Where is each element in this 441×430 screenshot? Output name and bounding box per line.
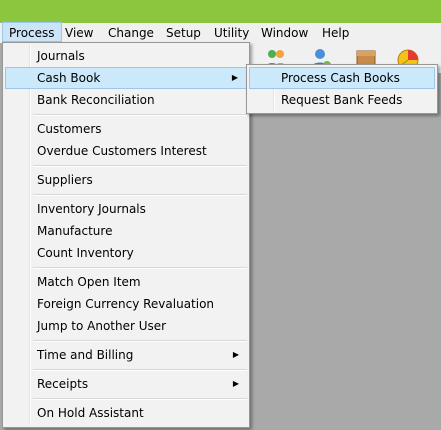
menu-item-label: Match Open Item — [37, 275, 141, 289]
menu-item-label: Time and Billing — [37, 348, 134, 362]
submenu-arrow-icon: ▶ — [231, 73, 238, 82]
submenu-arrow-icon: ▶ — [232, 379, 239, 388]
menu-item-time-and-billing[interactable]: Time and Billing ▶ — [5, 344, 247, 366]
menu-item-label: Process Cash Books — [281, 71, 400, 85]
menu-item-journals[interactable]: Journals — [5, 45, 247, 67]
menu-item-label: Manufacture — [37, 224, 113, 238]
menu-window[interactable]: Window — [255, 23, 314, 43]
menu-item-request-bank-feeds[interactable]: Request Bank Feeds — [249, 89, 435, 111]
menu-item-suppliers[interactable]: Suppliers — [5, 169, 247, 191]
menu-view[interactable]: View — [59, 23, 99, 43]
menu-item-label: On Hold Assistant — [37, 406, 144, 420]
menu-separator — [33, 165, 247, 167]
menu-separator — [33, 194, 247, 196]
menu-setup[interactable]: Setup — [160, 23, 207, 43]
menu-item-manufacture[interactable]: Manufacture — [5, 220, 247, 242]
menu-item-label: Customers — [37, 122, 102, 136]
menu-separator — [33, 369, 247, 371]
menu-item-label: Suppliers — [37, 173, 93, 187]
menu-item-label: Inventory Journals — [37, 202, 146, 216]
menu-separator — [33, 398, 247, 400]
menu-item-cash-book[interactable]: Cash Book ▶ — [5, 67, 247, 89]
menu-help[interactable]: Help — [316, 23, 355, 43]
menu-item-label: Jump to Another User — [37, 319, 167, 333]
menu-item-label: Journals — [37, 49, 85, 63]
menu-item-label: Receipts — [37, 377, 89, 391]
title-bar — [0, 0, 441, 23]
menu-item-count-inventory[interactable]: Count Inventory — [5, 242, 247, 264]
menu-item-receipts[interactable]: Receipts ▶ — [5, 373, 247, 395]
menu-item-label: Request Bank Feeds — [281, 93, 403, 107]
menu-item-inventory-journals[interactable]: Inventory Journals — [5, 198, 247, 220]
submenu-arrow-icon: ▶ — [232, 350, 239, 359]
menu-bar: Process View Change Setup Utility Window… — [0, 22, 441, 43]
menu-item-label: Overdue Customers Interest — [37, 144, 207, 158]
process-menu: Journals Cash Book ▶ Bank Reconciliation… — [2, 42, 250, 428]
menu-item-label: Bank Reconciliation — [37, 93, 155, 107]
menu-separator — [33, 340, 247, 342]
menu-item-bank-reconciliation[interactable]: Bank Reconciliation — [5, 89, 247, 111]
menu-item-process-cash-books[interactable]: Process Cash Books — [249, 67, 435, 89]
cash-book-submenu: Process Cash Books Request Bank Feeds — [246, 64, 438, 114]
menu-utility[interactable]: Utility — [208, 23, 255, 43]
menu-item-jump-to-another-user[interactable]: Jump to Another User — [5, 315, 247, 337]
menu-item-overdue-customers-interest[interactable]: Overdue Customers Interest — [5, 140, 247, 162]
menu-separator — [33, 114, 247, 116]
menu-item-match-open-item[interactable]: Match Open Item — [5, 271, 247, 293]
menu-item-on-hold-assistant[interactable]: On Hold Assistant — [5, 402, 247, 424]
menu-separator — [33, 267, 247, 269]
menu-item-label: Foreign Currency Revaluation — [37, 297, 215, 311]
menu-item-customers[interactable]: Customers — [5, 118, 247, 140]
menu-change[interactable]: Change — [102, 23, 160, 43]
menu-item-label: Count Inventory — [37, 246, 134, 260]
menu-process[interactable]: Process — [2, 22, 62, 42]
menu-item-foreign-currency-revaluation[interactable]: Foreign Currency Revaluation — [5, 293, 247, 315]
menu-item-label: Cash Book — [37, 71, 101, 85]
